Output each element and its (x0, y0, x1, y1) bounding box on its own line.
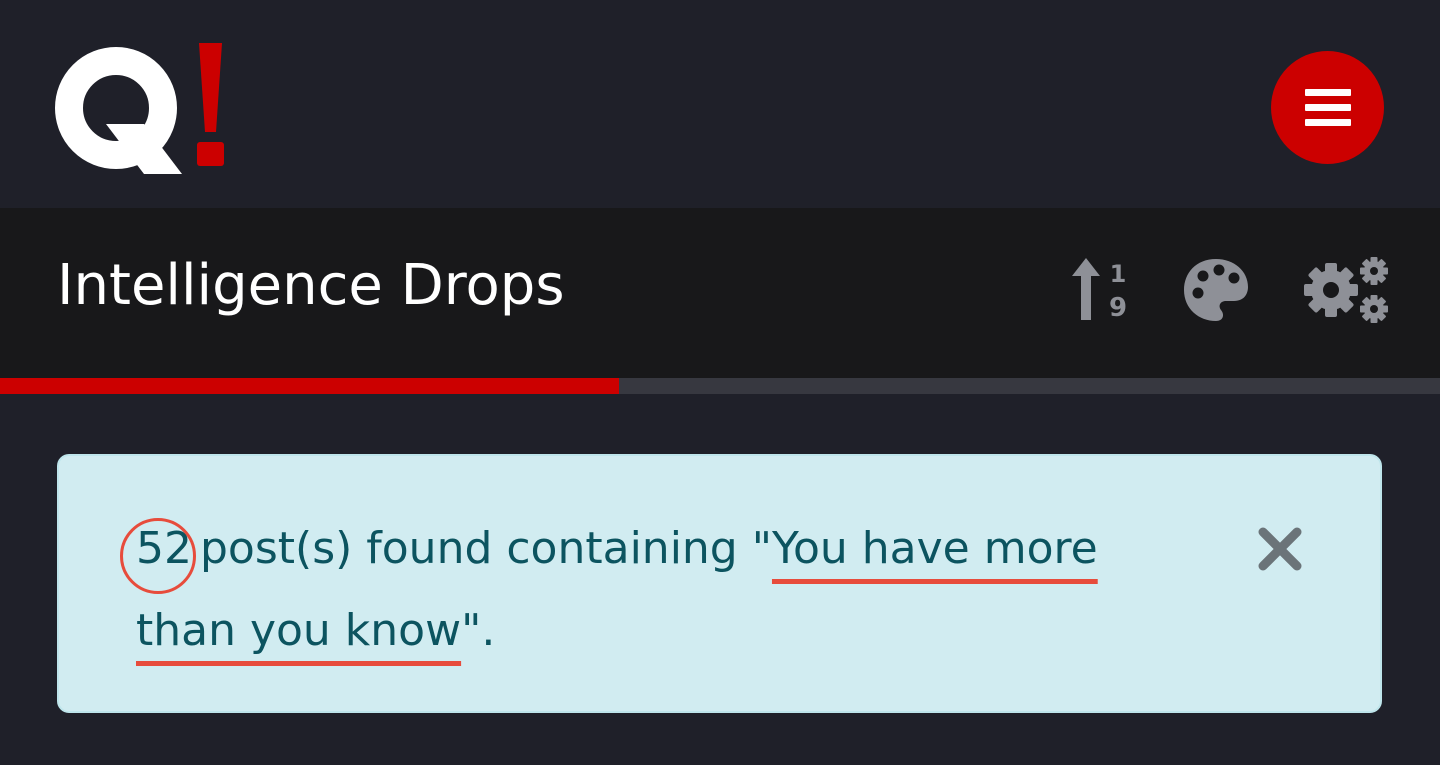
hamburger-menu-icon (1304, 88, 1351, 126)
q-logo[interactable] (54, 40, 230, 180)
result-count: 52 (120, 508, 196, 594)
result-text-suffix: ". (461, 605, 496, 656)
settings-gears-icon[interactable] (1304, 256, 1388, 324)
result-text-prefix: post(s) found containing " (200, 523, 772, 574)
result-count-value: 52 (136, 523, 192, 574)
page-title: Intelligence Drops (57, 253, 565, 318)
sort-numeric-icon[interactable]: 1 9 (1072, 258, 1132, 320)
close-icon[interactable] (1257, 526, 1303, 572)
search-result-message: 52 post(s) found containing "You have mor… (120, 508, 1206, 672)
top-bar (0, 0, 1440, 208)
palette-icon[interactable] (1182, 257, 1250, 323)
progress-bar-fill (0, 378, 620, 394)
search-result-alert: 52 post(s) found containing "You have mor… (57, 454, 1382, 713)
svg-text:9: 9 (1109, 293, 1127, 320)
menu-button[interactable] (1271, 51, 1384, 164)
svg-text:1: 1 (1110, 260, 1127, 288)
progress-bar (0, 378, 1440, 394)
